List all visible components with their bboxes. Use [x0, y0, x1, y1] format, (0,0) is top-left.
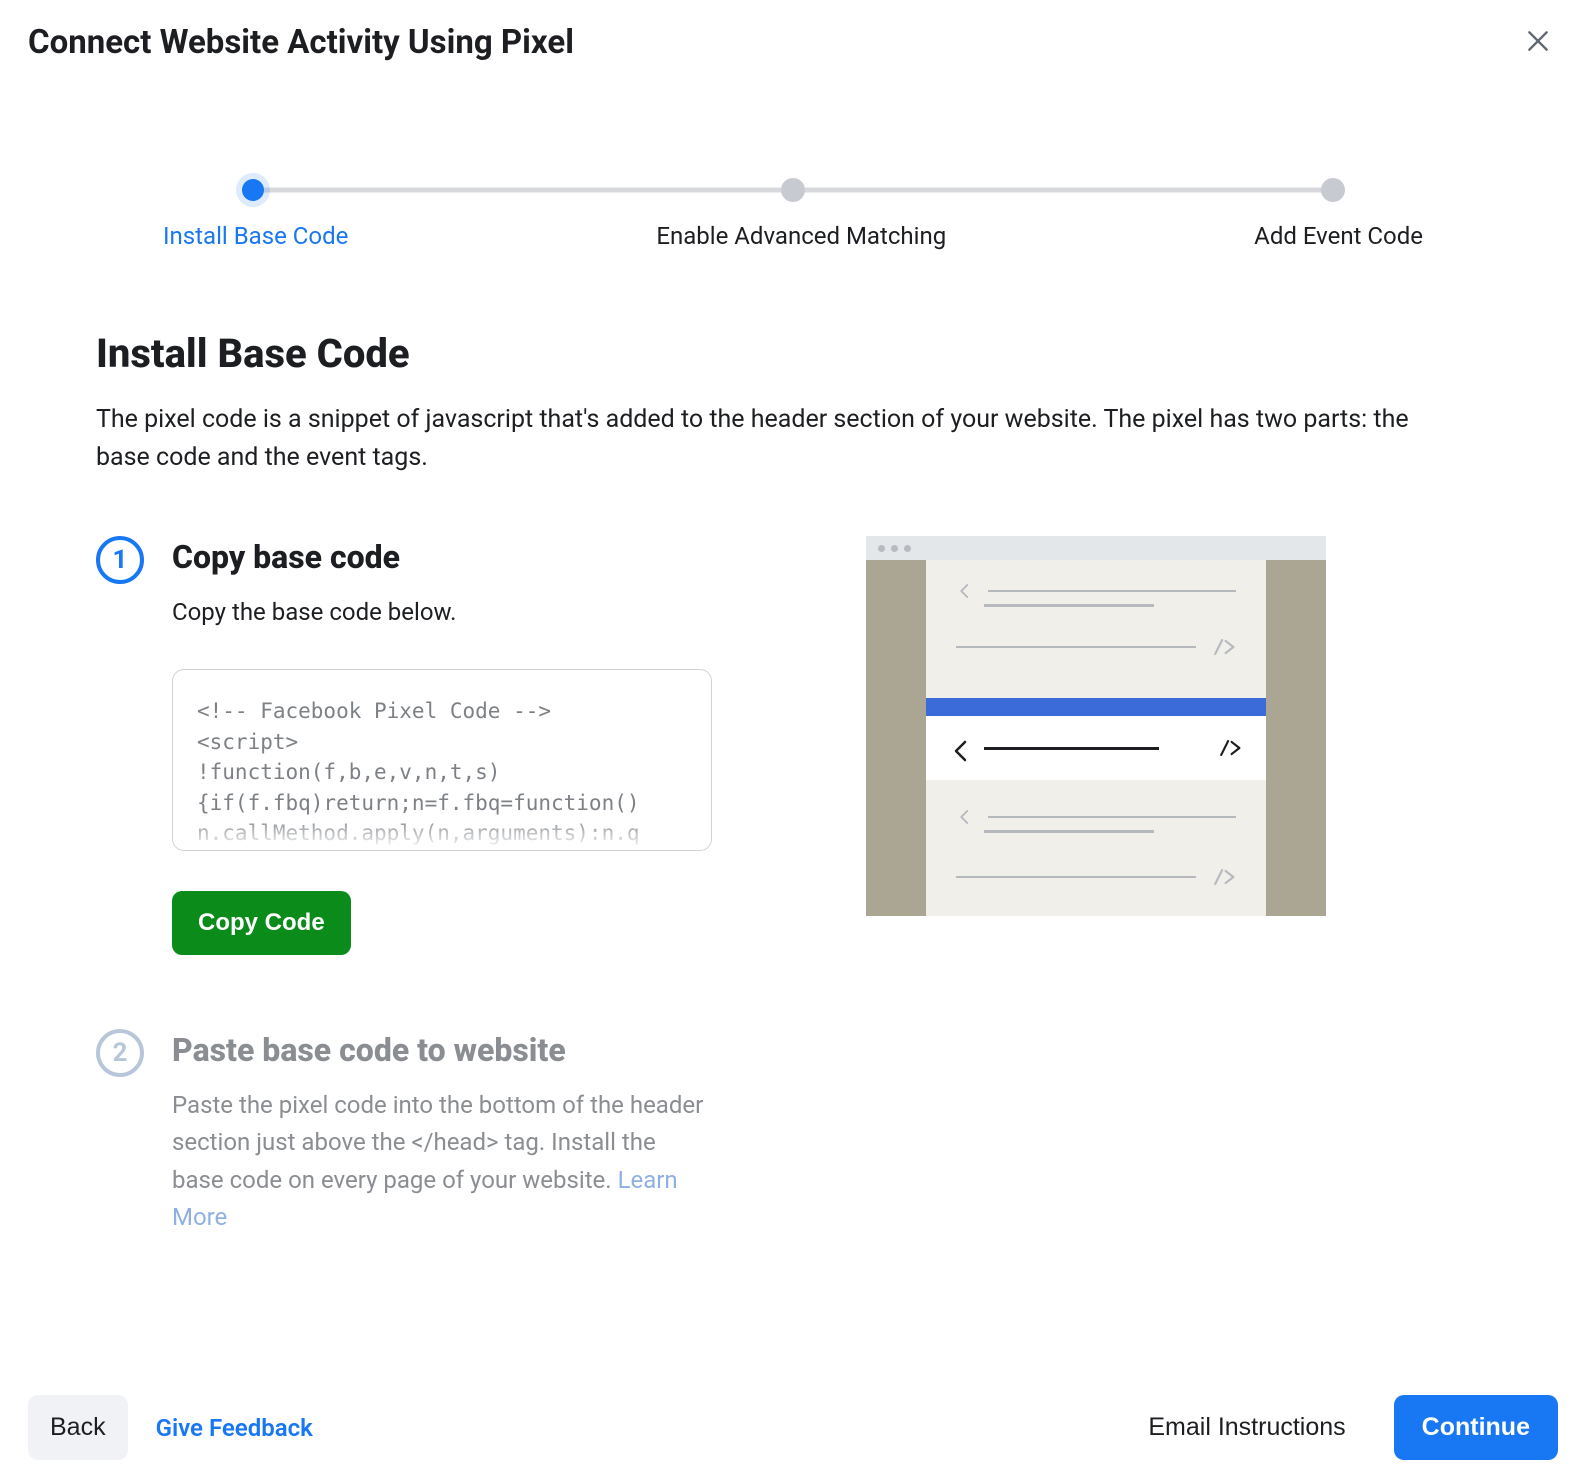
- step-dot-3[interactable]: [1321, 178, 1345, 202]
- code-close-icon: [1216, 739, 1242, 757]
- code-close-icon: [1210, 868, 1236, 886]
- step-label-2[interactable]: Enable Advanced Matching: [656, 222, 946, 250]
- illus-insertion-row: [926, 716, 1266, 780]
- chevron-left-icon: [950, 739, 968, 757]
- step-2-description: Paste the pixel code into the bottom of …: [172, 1087, 712, 1236]
- step-dot-2[interactable]: [781, 178, 805, 202]
- dialog-footer: Back Give Feedback Email Instructions Co…: [0, 1395, 1586, 1460]
- close-icon: [1525, 28, 1551, 57]
- step-label-1[interactable]: Install Base Code: [163, 222, 348, 250]
- copy-code-button[interactable]: Copy Code: [172, 891, 351, 955]
- pixel-code-snippet[interactable]: <!-- Facebook Pixel Code --> <script> !f…: [172, 669, 712, 851]
- progress-stepper: Install Base Code Enable Advanced Matchi…: [253, 180, 1333, 250]
- step-1: 1 Copy base code Copy the base code belo…: [96, 536, 796, 955]
- step-2: 2 Paste base code to website Paste the p…: [96, 1029, 796, 1236]
- step-1-title: Copy base code: [172, 538, 712, 576]
- illus-browser-chrome: [866, 536, 1326, 560]
- step-1-subtitle: Copy the base code below.: [172, 594, 712, 631]
- chevron-left-icon: [956, 582, 974, 600]
- give-feedback-link[interactable]: Give Feedback: [156, 1414, 313, 1442]
- back-button[interactable]: Back: [28, 1395, 128, 1460]
- code-close-icon: [1210, 638, 1236, 656]
- dialog-title: Connect Website Activity Using Pixel: [28, 23, 574, 62]
- step-2-badge: 2: [96, 1029, 144, 1077]
- close-button[interactable]: [1518, 22, 1558, 62]
- chevron-left-icon: [956, 808, 974, 826]
- dialog-header: Connect Website Activity Using Pixel: [0, 0, 1586, 70]
- step-1-badge: 1: [96, 536, 144, 584]
- step-label-3[interactable]: Add Event Code: [1254, 222, 1423, 250]
- continue-button[interactable]: Continue: [1394, 1395, 1558, 1460]
- code-placement-illustration: [866, 536, 1326, 916]
- step-2-title: Paste base code to website: [172, 1031, 712, 1069]
- step-dot-1[interactable]: [242, 179, 264, 201]
- page-description: The pixel code is a snippet of javascrip…: [96, 401, 1436, 476]
- illus-highlight-bar: [926, 698, 1266, 716]
- email-instructions-button[interactable]: Email Instructions: [1128, 1397, 1365, 1458]
- page-title: Install Base Code: [96, 330, 1490, 377]
